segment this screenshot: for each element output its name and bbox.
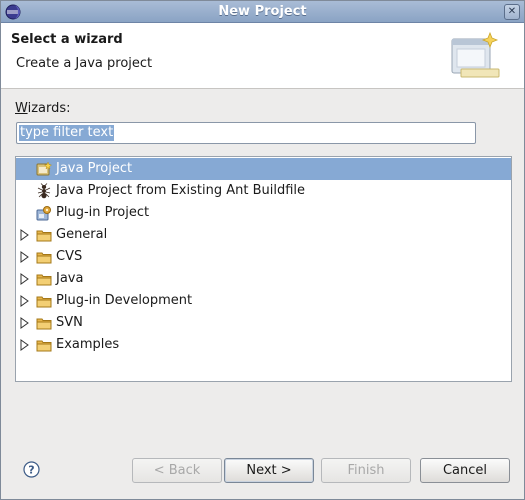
tree-item-label: Plug-in Development — [56, 293, 193, 308]
tree-item-label: Examples — [56, 337, 120, 352]
tree-category-general[interactable]: General — [16, 224, 511, 246]
plugin-project-icon — [36, 206, 51, 221]
tree-item-label: SVN — [56, 315, 83, 330]
tree-item-label: Java Project from Existing Ant Buildfile — [56, 183, 306, 198]
folder-icon — [36, 318, 52, 330]
folder-icon — [36, 340, 52, 352]
wizard-header: Select a wizard Create a Java project — [1, 23, 524, 89]
window-title: New Project — [218, 4, 307, 19]
tree-item-label: Java Project — [56, 161, 133, 176]
expand-arrow-icon[interactable] — [20, 339, 30, 351]
filter-selected-text: type filter text — [19, 125, 115, 141]
ant-icon — [37, 183, 51, 199]
new-project-dialog: New Project ✕ Select a wizard Create a J… — [0, 0, 525, 500]
expand-arrow-icon[interactable] — [20, 229, 30, 241]
tree-item-label: Plug-in Project — [56, 205, 150, 220]
finish-button[interactable]: Finish — [321, 458, 411, 483]
tree-item-label: CVS — [56, 249, 83, 264]
next-button[interactable]: Next > — [224, 458, 314, 483]
folder-icon — [36, 252, 52, 264]
java-project-icon — [36, 161, 52, 176]
cancel-button[interactable]: Cancel — [420, 458, 510, 483]
page-description: Create a Java project — [16, 56, 153, 71]
expand-arrow-icon[interactable] — [20, 251, 30, 263]
close-button[interactable]: ✕ — [504, 4, 520, 20]
tree-category-java[interactable]: Java — [16, 268, 511, 290]
back-button[interactable]: < Back — [132, 458, 222, 483]
tree-category-examples[interactable]: Examples — [16, 334, 511, 356]
folder-icon — [36, 230, 52, 242]
tree-category-cvs[interactable]: CVS — [16, 246, 511, 268]
tree-item-label: Java — [56, 271, 84, 286]
new-project-wizard-icon — [451, 31, 500, 78]
help-icon[interactable]: ? — [23, 461, 40, 478]
folder-icon — [36, 296, 52, 308]
folder-icon — [36, 274, 52, 286]
title-bar[interactable]: New Project ✕ — [1, 1, 524, 23]
expand-arrow-icon[interactable] — [20, 317, 30, 329]
svg-text:?: ? — [28, 464, 34, 477]
tree-item-plugin-project[interactable]: Plug-in Project — [16, 202, 511, 224]
expand-arrow-icon[interactable] — [20, 273, 30, 285]
wizard-tree[interactable]: Java Project Java Project from Existing … — [15, 156, 512, 382]
close-icon: ✕ — [507, 6, 517, 17]
tree-item-java-project[interactable]: Java Project — [16, 158, 511, 180]
wizards-label: Wizards: — [15, 101, 71, 116]
tree-item-label: General — [56, 227, 108, 242]
page-title: Select a wizard — [11, 32, 123, 47]
expand-arrow-icon[interactable] — [20, 295, 30, 307]
tree-item-java-project-from-ant[interactable]: Java Project from Existing Ant Buildfile — [16, 180, 511, 202]
tree-category-plugin-development[interactable]: Plug-in Development — [16, 290, 511, 312]
tree-category-svn[interactable]: SVN — [16, 312, 511, 334]
